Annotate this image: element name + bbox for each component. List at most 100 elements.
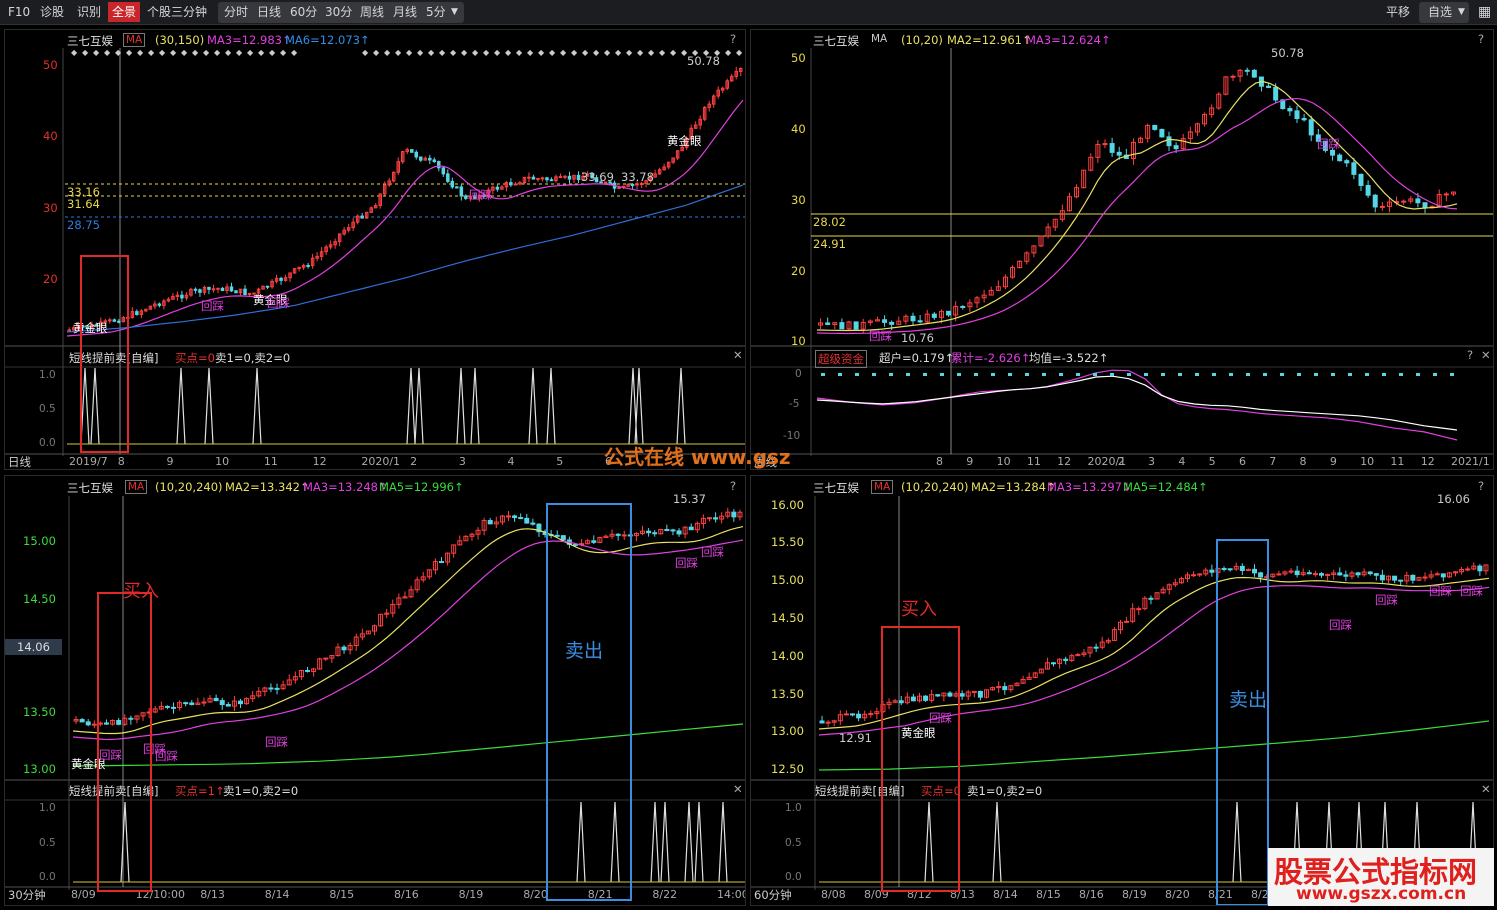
candle	[1365, 184, 1371, 196]
x-axis-tick: 11	[263, 455, 278, 468]
sub-y-label: 1.0	[785, 802, 802, 814]
y-label: 13.50	[23, 705, 56, 719]
buy-box	[80, 255, 129, 453]
anno-pullback: 回踩	[1329, 618, 1352, 632]
panorama-button[interactable]: 全景	[108, 2, 141, 22]
candle	[819, 720, 825, 724]
tab-daily[interactable]: 日线	[253, 2, 285, 22]
candle	[843, 713, 849, 716]
candle	[1288, 570, 1294, 573]
anno-pullback: 回踩	[267, 296, 290, 310]
money-bar	[1297, 373, 1301, 376]
money-bar	[838, 373, 842, 376]
candle	[1093, 646, 1099, 649]
tab-60min[interactable]: 60分	[286, 2, 321, 22]
money-bar	[1025, 373, 1029, 376]
recognize-button[interactable]: 识别	[73, 2, 105, 22]
candle	[1367, 571, 1373, 575]
panel-daily: 三七互娱 MA (30,150) MA3=12.983↑ MA6=12.073↑…	[4, 29, 746, 470]
grid-icon[interactable]: ▦	[1474, 2, 1495, 22]
candle	[79, 719, 85, 723]
f10-button[interactable]: F10	[4, 2, 34, 22]
sub-y-label: 0.0	[39, 437, 56, 449]
diamond-marker: ◆	[659, 48, 666, 57]
x-axis-tick: 8	[936, 455, 943, 468]
signal-spike	[694, 801, 704, 883]
period-label[interactable]: 日线	[8, 454, 31, 469]
diagnose-button[interactable]: 诊股	[36, 2, 68, 22]
tab-5min[interactable]: 5分	[422, 2, 450, 22]
close-icon[interactable]: ✕	[1481, 782, 1491, 796]
sub-indicator-name[interactable]: 超级资金	[815, 350, 867, 368]
panel-30min: 三七互娱 MA (10,20,240) MA2=13.342↑ MA3=13.2…	[4, 475, 746, 906]
candle	[441, 167, 446, 175]
candle	[234, 290, 238, 294]
money-bar	[1416, 373, 1420, 376]
candle	[731, 511, 737, 518]
candle	[432, 159, 437, 163]
anno-pullback: 回踩	[701, 545, 724, 559]
panel-weekly: 三七互娱 MA (10,20) MA2=12.961↑ MA3=12.624↑ …	[750, 29, 1494, 470]
help-icon[interactable]: ?	[1467, 348, 1473, 362]
candle	[1306, 572, 1312, 575]
tab-30min[interactable]: 30分	[321, 2, 356, 22]
x-axis-tick: 8/14	[993, 888, 1018, 901]
candle	[531, 176, 536, 180]
tab-intraday[interactable]: 分时	[220, 2, 252, 22]
x-axis-tick: 8	[1299, 455, 1307, 468]
close-icon[interactable]: ✕	[733, 782, 743, 796]
flat-button[interactable]: 平移	[1382, 2, 1414, 22]
ma-line	[816, 80, 1458, 332]
signal-spike	[252, 367, 262, 445]
y-label: 20	[43, 272, 58, 286]
signal-spike	[676, 367, 686, 445]
y-label: 15.00	[23, 534, 56, 548]
candle	[1477, 565, 1483, 572]
candle	[536, 177, 540, 180]
money-bar	[889, 373, 893, 376]
diamond-marker: ◆	[527, 48, 534, 57]
money-bar	[923, 373, 927, 376]
candle	[1319, 573, 1324, 576]
candle	[856, 713, 862, 719]
candle	[225, 704, 231, 707]
tab-weekly[interactable]: 周线	[356, 2, 388, 22]
diamond-marker: ◆	[280, 48, 287, 57]
custom-label[interactable]: 自选	[1424, 2, 1456, 22]
stock-3min-button[interactable]: 个股三分钟	[143, 2, 211, 22]
anno-pullback: 回踩	[469, 188, 492, 202]
candle	[512, 515, 518, 519]
candle	[549, 179, 554, 182]
y-label: 50	[791, 51, 806, 65]
diamond-marker: ◆	[269, 48, 276, 57]
candle	[1308, 119, 1314, 136]
signal-spike	[414, 367, 424, 445]
diamond-marker: ◆	[428, 48, 435, 57]
x-axis-tick: 12	[1420, 455, 1435, 468]
candle	[85, 721, 91, 726]
chevron-down-icon[interactable]: ▼	[447, 2, 462, 22]
candle	[530, 522, 536, 525]
period-label[interactable]: 30分钟	[8, 887, 46, 903]
candle	[455, 186, 459, 189]
close-icon[interactable]: ✕	[733, 348, 743, 362]
tab-monthly[interactable]: 月线	[389, 2, 421, 22]
candle	[1415, 198, 1421, 204]
x-axis-tick: 3	[1148, 455, 1156, 468]
buy-label: 买入	[901, 599, 937, 620]
candle	[971, 690, 977, 693]
y-label: 14.00	[771, 649, 804, 663]
x-axis-tick: 8/14	[264, 888, 290, 901]
diamond-marker: ◆	[214, 48, 221, 57]
close-icon[interactable]: ✕	[1481, 348, 1491, 362]
candle	[1301, 118, 1307, 121]
candle	[509, 182, 513, 186]
x-axis-tick: 9	[166, 455, 174, 468]
candle	[688, 526, 694, 531]
diamond-marker: ◆	[203, 48, 210, 57]
candle	[617, 186, 621, 189]
chevron-down-icon[interactable]: ▼	[1454, 2, 1469, 22]
period-label[interactable]: 60分钟	[754, 887, 792, 903]
candle	[1379, 205, 1385, 208]
x-axis-tick: 8	[117, 455, 125, 468]
